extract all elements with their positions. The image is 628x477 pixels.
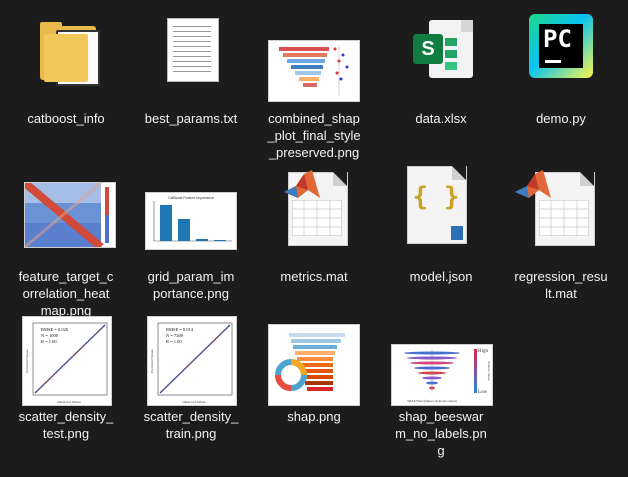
grid-chart-title: CatBoost Feature Importance bbox=[168, 196, 214, 200]
file-label: combined_shap _plot_final_style _preserv… bbox=[267, 111, 361, 160]
file-regression-result-mat[interactable]: regression_resu lt.mat bbox=[499, 166, 623, 302]
file-data-xlsx[interactable]: S data.xlsx bbox=[379, 8, 503, 127]
file-label: shap_beeswar m_no_labels.pn g bbox=[395, 409, 487, 458]
scatter-test-n: N = 1000 bbox=[41, 333, 59, 338]
file-label: model.json bbox=[409, 269, 473, 284]
scatter-test-ylabel: Predicted Values bbox=[25, 349, 29, 373]
scatter-train-ylabel: Predicted Values bbox=[150, 349, 154, 373]
json-file-icon: { } bbox=[379, 166, 503, 266]
matlab-logo-icon bbox=[284, 170, 320, 198]
beeswarm-high: High bbox=[478, 349, 489, 354]
image-thumbnail-icon: High Low Feature Value SHAP Value (impac… bbox=[379, 306, 503, 406]
scatter-train-xlabel: Observed Values bbox=[182, 400, 206, 404]
file-label: shap.png bbox=[287, 409, 341, 424]
scatter-train-n: N = 7200 bbox=[166, 333, 184, 338]
beeswarm-side-label: Feature Value bbox=[487, 361, 491, 381]
file-model-json[interactable]: { } model.json bbox=[379, 166, 503, 285]
file-label: best_params.txt bbox=[144, 111, 238, 126]
file-feature-target-correlation-heatmap[interactable]: feature_target_c orrelation_heat map.png bbox=[4, 166, 128, 319]
image-thumbnail-icon: RMSE = 0.026 N = 1000 R = 1.00 Observed … bbox=[4, 306, 128, 406]
file-scatter-density-test[interactable]: RMSE = 0.026 N = 1000 R = 1.00 Observed … bbox=[4, 306, 128, 442]
file-catboost-info[interactable]: catboost_info bbox=[4, 8, 128, 127]
image-thumbnail-icon: RMSE = 0.014 N = 7200 R = 1.00 Observed … bbox=[129, 306, 253, 406]
text-file-icon bbox=[129, 8, 253, 108]
matlab-file-icon bbox=[252, 166, 376, 266]
folder-icon bbox=[4, 8, 128, 108]
file-label: metrics.mat bbox=[280, 269, 348, 284]
scatter-test-rmse: RMSE = 0.026 bbox=[41, 327, 69, 332]
file-label: data.xlsx bbox=[415, 111, 467, 126]
file-metrics-mat[interactable]: metrics.mat bbox=[252, 166, 376, 285]
beeswarm-xlabel: SHAP Value (impact on model output) bbox=[407, 399, 456, 403]
scatter-train-rmse: RMSE = 0.014 bbox=[166, 327, 194, 332]
file-grid-param-importance[interactable]: CatBoost Feature Importance grid_param_i… bbox=[129, 166, 253, 302]
pycharm-letters: PC bbox=[543, 25, 572, 53]
file-demo-py[interactable]: PC demo.py bbox=[499, 8, 623, 127]
file-scatter-density-train[interactable]: RMSE = 0.014 N = 7200 R = 1.00 Observed … bbox=[129, 306, 253, 442]
matlab-logo-icon bbox=[515, 170, 551, 198]
excel-letter: S bbox=[413, 34, 443, 64]
file-shap-beeswarm[interactable]: High Low Feature Value SHAP Value (impac… bbox=[379, 306, 503, 459]
excel-file-icon: S bbox=[379, 8, 503, 108]
file-label: grid_param_im portance.png bbox=[147, 269, 235, 301]
file-label: demo.py bbox=[536, 111, 586, 126]
matlab-file-icon bbox=[499, 166, 623, 266]
scatter-train-r: R = 1.00 bbox=[166, 339, 182, 344]
pycharm-icon: PC bbox=[499, 8, 623, 108]
file-best-params[interactable]: best_params.txt bbox=[129, 8, 253, 127]
image-thumbnail-icon bbox=[252, 306, 376, 406]
json-braces: { } bbox=[412, 182, 460, 212]
image-thumbnail-icon bbox=[252, 8, 376, 108]
file-label: scatter_density_ train.png bbox=[143, 409, 239, 441]
image-thumbnail-icon bbox=[4, 166, 128, 266]
file-label: catboost_info bbox=[27, 111, 105, 126]
file-label: regression_resu lt.mat bbox=[514, 269, 608, 301]
file-combined-shap-plot[interactable]: combined_shap _plot_final_style _preserv… bbox=[252, 8, 376, 161]
scatter-test-r: R = 1.00 bbox=[41, 339, 57, 344]
file-shap-png[interactable]: shap.png bbox=[252, 306, 376, 425]
beeswarm-low: Low bbox=[478, 390, 488, 395]
file-label: scatter_density_ test.png bbox=[18, 409, 114, 441]
image-thumbnail-icon: CatBoost Feature Importance bbox=[129, 166, 253, 266]
scatter-test-xlabel: Observed Values bbox=[57, 400, 81, 404]
